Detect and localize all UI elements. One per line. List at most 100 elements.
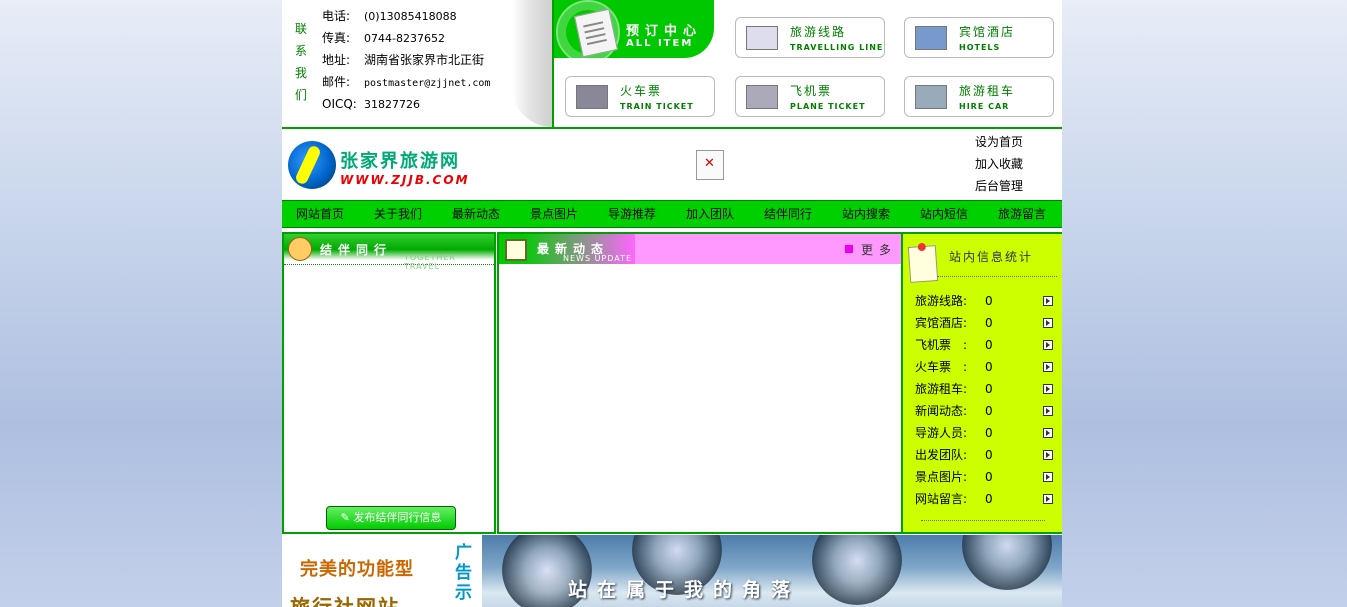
stat-row[interactable]: 出发团队: 0 — [915, 444, 1055, 466]
admin-link[interactable]: 后台管理 — [975, 175, 1023, 197]
snow-tree-decoration — [962, 535, 1052, 590]
arrow-right-icon[interactable] — [1043, 472, 1053, 482]
ad-banner[interactable]: 站在属于我的角落 — [482, 535, 1062, 607]
nav-messages[interactable]: 站内短信 — [920, 201, 968, 227]
site-logo-icon[interactable] — [288, 141, 336, 189]
news-update-panel: 最新动态 NEWS UPDATE 更多 — [497, 232, 903, 534]
booking-header: 预订中心 ALL ITEM — [554, 0, 714, 64]
set-homepage-link[interactable]: 设为首页 — [975, 131, 1023, 153]
stat-value: 0 — [985, 338, 993, 352]
main-nav: 网站首页 关于我们 最新动态 景点图片 导游推荐 加入团队 结伴同行 站内搜索 … — [282, 200, 1062, 228]
booking-hire-car-button[interactable]: 旅游租车 HIRE CAR — [904, 76, 1054, 117]
contact-address: 地址: 湖南省张家界市北正街 — [322, 49, 490, 71]
arrow-right-icon[interactable] — [1043, 362, 1053, 372]
arrow-right-icon[interactable] — [1043, 340, 1053, 350]
nav-guides[interactable]: 导游推荐 — [608, 201, 656, 227]
map-thumb-icon — [746, 26, 778, 50]
stat-label: 飞机票 : — [915, 338, 968, 352]
broken-image-glyph: ✕ — [704, 156, 715, 171]
site-stats-panel: 站内信息统计 旅游线路: 0 宾馆酒店: 0 飞机票 : 0 火车票 : 0 旅游租车:… — [903, 232, 1062, 534]
stat-label: 新闻动态: — [915, 404, 968, 418]
booking-button-label: 火车票 — [620, 84, 663, 98]
stat-value: 0 — [985, 382, 993, 396]
stat-value: 0 — [985, 360, 993, 374]
contact-key: 电话: — [322, 9, 351, 23]
booking-train-ticket-button[interactable]: 火车票 TRAIN TICKET — [565, 76, 715, 117]
ad-line-1: 完美的功能型 — [300, 559, 414, 580]
arrow-right-icon[interactable] — [1043, 384, 1053, 394]
nav-home[interactable]: 网站首页 — [296, 201, 344, 227]
stat-label: 出发团队: — [915, 448, 968, 462]
site-name[interactable]: 张家界旅游网 — [340, 147, 460, 173]
together-travel-header: 结伴同行 TOGETHER TRAVEL — [284, 234, 494, 271]
panel-subtitle: NEWS UPDATE — [563, 254, 633, 263]
contact-oicq: OICQ: 31827726 — [322, 93, 490, 115]
contact-email[interactable]: 邮件: postmaster@zjjnet.com — [322, 71, 490, 93]
stat-row[interactable]: 新闻动态: 0 — [915, 400, 1055, 422]
panel-title: 站内信息统计 — [949, 250, 1034, 264]
booking-hotels-button[interactable]: 宾馆酒店 HOTELS — [904, 17, 1054, 58]
divider — [921, 520, 1045, 521]
site-url[interactable]: WWW.ZJJB.COM — [340, 173, 470, 187]
train-thumb-icon — [576, 85, 608, 109]
contact-side-char: 系 — [295, 44, 308, 58]
stat-value: 0 — [985, 294, 993, 308]
post-together-travel-button[interactable]: ✎ 发布结伴同行信息 — [326, 506, 456, 530]
panel-title: 结伴同行 — [320, 243, 393, 257]
news-more-link[interactable]: 更多 — [861, 241, 897, 258]
divider — [937, 276, 1057, 277]
stat-label: 旅游租车: — [915, 382, 968, 396]
booking-subtitle: ALL ITEM — [626, 38, 694, 49]
contact-value[interactable]: postmaster@zjjnet.com — [364, 78, 490, 89]
arrow-right-icon[interactable] — [1043, 450, 1053, 460]
stat-row[interactable]: 导游人员: 0 — [915, 422, 1055, 444]
arrow-right-icon[interactable] — [1043, 318, 1053, 328]
contact-side-label: 联 系 我 们 — [282, 0, 314, 127]
button-label: 发布结伴同行信息 — [353, 511, 442, 524]
add-favorite-link[interactable]: 加入收藏 — [975, 153, 1023, 175]
ad-left[interactable]: 完美的功能型 旅行社网站 广告示 — [282, 535, 482, 607]
contact-side-char: 联 — [295, 22, 308, 36]
contact-value: 31827726 — [364, 98, 420, 111]
contact-key: 地址: — [322, 53, 351, 67]
stat-row[interactable]: 火车票 : 0 — [915, 356, 1055, 378]
sticky-note-icon — [907, 245, 939, 283]
nav-news[interactable]: 最新动态 — [452, 201, 500, 227]
page: 联 系 我 们 电话: (0)13085418088 传真: 0744-823765… — [282, 0, 1062, 607]
arrow-right-icon[interactable] — [1043, 428, 1053, 438]
stat-row[interactable]: 飞机票 : 0 — [915, 334, 1055, 356]
booking-center: 预订中心 ALL ITEM 旅游线路 TRAVELLING LINE 宾馆酒店 … — [552, 0, 1062, 127]
nav-travel-together[interactable]: 结伴同行 — [764, 201, 812, 227]
contact-phone: 电话: (0)13085418088 — [322, 5, 490, 27]
arrow-right-icon[interactable] — [1043, 296, 1053, 306]
together-travel-panel: 结伴同行 TOGETHER TRAVEL ✎ 发布结伴同行信息 — [282, 232, 496, 534]
nav-join-team[interactable]: 加入团队 — [686, 201, 734, 227]
stat-row[interactable]: 网站留言: 0 — [915, 488, 1055, 510]
banner-slogan: 站在属于我的角落 — [568, 579, 801, 601]
arrow-right-icon[interactable] — [1043, 406, 1053, 416]
contact-key: OICQ: — [322, 97, 357, 111]
booking-travel-line-button[interactable]: 旅游线路 TRAVELLING LINE — [735, 17, 885, 58]
stat-value: 0 — [985, 426, 993, 440]
news-icon — [505, 239, 527, 261]
nav-photos[interactable]: 景点图片 — [530, 201, 578, 227]
logo-bar: 张家界旅游网 WWW.ZJJB.COM ✕ 设为首页 加入收藏 后台管理 — [282, 127, 1062, 200]
contact-curve-decoration — [512, 0, 552, 127]
nav-guestbook[interactable]: 旅游留言 — [998, 201, 1046, 227]
broken-image-icon: ✕ — [696, 150, 724, 180]
nav-search[interactable]: 站内搜索 — [842, 201, 890, 227]
panel-subtitle: TOGETHER TRAVEL — [404, 253, 456, 271]
snow-tree-decoration — [812, 535, 902, 605]
stat-label: 火车票 : — [915, 360, 968, 374]
stat-row[interactable]: 景点图片: 0 — [915, 466, 1055, 488]
booking-button-label: 旅游线路 — [790, 25, 847, 39]
stat-row[interactable]: 旅游租车: 0 — [915, 378, 1055, 400]
nav-about[interactable]: 关于我们 — [374, 201, 422, 227]
booking-plane-ticket-button[interactable]: 飞机票 PLANE TICKET — [735, 76, 885, 117]
contact-key: 邮件: — [322, 75, 351, 89]
stat-row[interactable]: 旅游线路: 0 — [915, 290, 1055, 312]
stat-value: 0 — [985, 404, 993, 418]
stat-row[interactable]: 宾馆酒店: 0 — [915, 312, 1055, 334]
arrow-right-icon[interactable] — [1043, 494, 1053, 504]
booking-button-sublabel: TRAIN TICKET — [620, 102, 694, 111]
